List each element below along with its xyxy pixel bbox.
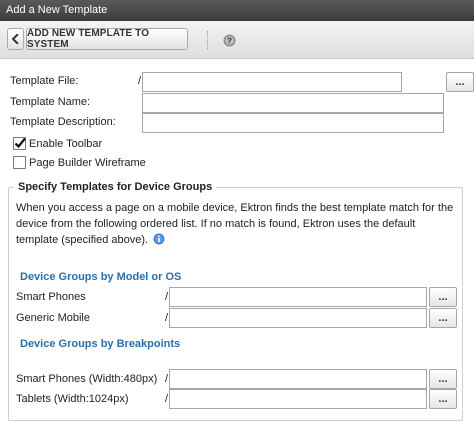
tablets-1024-label: Tablets (Width:1024px) [16, 393, 129, 405]
smart-phones-480-prefix: / [165, 373, 169, 385]
device-groups-by-breakpoints-heading: Device Groups by Breakpoints [20, 338, 181, 350]
tablets-1024-prefix: / [165, 393, 169, 405]
smart-phones-480-label: Smart Phones (Width:480px) [16, 373, 158, 385]
smart-phones-480-input[interactable] [169, 369, 427, 389]
template-description-input[interactable] [142, 113, 444, 133]
device-groups-description-text: When you access a page on a mobile devic… [16, 202, 454, 246]
checkmark-icon [14, 137, 26, 149]
device-groups-description: When you access a page on a mobile devic… [16, 200, 456, 248]
enable-toolbar-label: Enable Toolbar [29, 138, 103, 150]
add-new-template-button[interactable]: ADD NEW TEMPLATE TO SYSTEM [26, 28, 188, 50]
smart-phones-prefix: / [165, 291, 169, 303]
template-file-browse-button[interactable]: ... [446, 72, 474, 92]
template-file-prefix: / [138, 75, 142, 87]
device-groups-legend: Specify Templates for Device Groups [14, 181, 217, 193]
template-name-label: Template Name: [10, 96, 91, 108]
generic-mobile-input[interactable] [169, 308, 427, 328]
smart-phones-browse-button[interactable]: ... [429, 287, 457, 307]
svg-text:?: ? [227, 37, 232, 46]
help-icon[interactable]: ? [223, 34, 236, 47]
tablets-1024-browse-button[interactable]: ... [429, 389, 457, 409]
smart-phones-label: Smart Phones [16, 291, 86, 303]
template-name-input[interactable] [142, 93, 444, 113]
enable-toolbar-checkbox[interactable] [13, 137, 26, 150]
back-button[interactable] [7, 28, 24, 50]
toolbar: ADD NEW TEMPLATE TO SYSTEM ? [0, 21, 474, 59]
template-description-label: Template Description: [10, 116, 116, 128]
smart-phones-480-browse-button[interactable]: ... [429, 369, 457, 389]
template-file-label: Template File: [10, 75, 79, 87]
window-title: Add a New Template [0, 0, 474, 21]
page-builder-wireframe-label: Page Builder Wireframe [29, 157, 146, 169]
generic-mobile-label: Generic Mobile [16, 312, 90, 324]
page-builder-wireframe-checkbox[interactable] [13, 156, 26, 169]
template-file-input[interactable] [142, 72, 402, 92]
toolbar-divider [207, 31, 208, 49]
tablets-1024-input[interactable] [169, 389, 427, 409]
smart-phones-input[interactable] [169, 287, 427, 307]
info-icon[interactable] [153, 233, 165, 245]
generic-mobile-prefix: / [165, 312, 169, 324]
generic-mobile-browse-button[interactable]: ... [429, 308, 457, 328]
back-arrow-icon [11, 34, 19, 44]
device-groups-by-model-heading: Device Groups by Model or OS [20, 271, 182, 283]
